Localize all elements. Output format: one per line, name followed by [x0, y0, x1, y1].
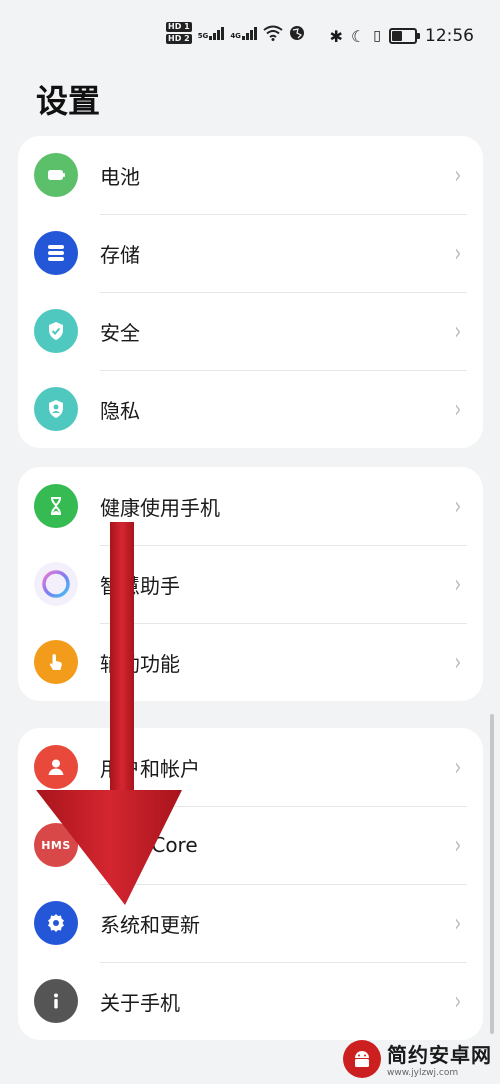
hd-indicator: HD 1 HD 2 — [166, 22, 192, 44]
settings-group-3: 用户和帐户 › HMS HMS Core › 系统和更新 › 关于手机 › — [18, 728, 483, 1040]
gear-icon — [34, 901, 78, 945]
settings-item-smart-assistant[interactable]: 智慧助手 › — [18, 545, 483, 623]
shield-icon — [34, 309, 78, 353]
settings-item-digital-balance[interactable]: 健康使用手机 › — [18, 467, 483, 545]
settings-item-battery[interactable]: 电池 › — [18, 136, 483, 214]
item-label: 安全 — [100, 320, 140, 345]
moon-icon: ☾ — [350, 26, 366, 46]
hand-icon — [34, 640, 78, 684]
watermark-url: www.jylzwj.com — [387, 1068, 459, 1078]
hms-icon-text: HMS — [41, 838, 71, 852]
hms-icon: HMS — [34, 823, 78, 867]
watermark-text: 简约安卓网 www.jylzwj.com — [387, 1039, 492, 1078]
bluetooth-icon: ✱ — [329, 26, 343, 46]
settings-group-2: 健康使用手机 › 智慧助手 › 辅助功能 › — [18, 467, 483, 701]
settings-item-accessibility[interactable]: 辅助功能 › — [18, 623, 483, 701]
vpn-globe-icon — [289, 26, 304, 40]
assistant-icon — [34, 562, 78, 606]
watermark: 简约安卓网 www.jylzwj.com — [343, 1039, 492, 1078]
item-label: 用户和帐户 — [100, 756, 200, 781]
settings-item-system-update[interactable]: 系统和更新 › — [18, 884, 483, 962]
chevron-right-icon: › — [454, 161, 462, 189]
item-label: 健康使用手机 — [100, 495, 220, 520]
item-label: 隐私 — [100, 398, 140, 423]
status-bar: HD 1 HD 2 5G 4G ✱ ☾ ▯ 12:56 — [0, 22, 500, 54]
status-right: ✱ ☾ ▯ 12:56 — [330, 26, 474, 46]
chevron-right-icon: › — [454, 570, 462, 598]
battery-icon — [34, 153, 78, 197]
settings-item-privacy[interactable]: 隐私 › — [18, 370, 483, 448]
chevron-right-icon: › — [454, 831, 462, 859]
signal-4g: 4G — [230, 26, 257, 40]
battery-status-icon — [389, 28, 420, 44]
status-left: HD 1 HD 2 5G 4G — [166, 22, 305, 44]
chevron-right-icon: › — [454, 492, 462, 520]
hd2-badge: HD 2 — [166, 34, 192, 44]
storage-icon — [34, 231, 78, 275]
item-label: 电池 — [100, 164, 140, 189]
chevron-right-icon: › — [454, 395, 462, 423]
chevron-right-icon: › — [454, 317, 462, 345]
chevron-right-icon: › — [454, 987, 462, 1015]
signal-bars-icon — [209, 26, 225, 40]
chevron-right-icon: › — [454, 753, 462, 781]
scrollbar[interactable] — [490, 714, 494, 1034]
settings-item-security[interactable]: 安全 › — [18, 292, 483, 370]
user-icon — [34, 745, 78, 789]
signal-5g: 5G — [198, 26, 225, 40]
chevron-right-icon: › — [454, 239, 462, 267]
settings-item-users-accounts[interactable]: 用户和帐户 › — [18, 728, 483, 806]
item-label: 辅助功能 — [100, 651, 180, 676]
item-label: 系统和更新 — [100, 912, 200, 937]
info-icon — [34, 979, 78, 1023]
hourglass-icon — [34, 484, 78, 528]
settings-item-about-phone[interactable]: 关于手机 › — [18, 962, 483, 1040]
android-logo-icon — [343, 1039, 381, 1078]
settings-item-storage[interactable]: 存储 › — [18, 214, 483, 292]
item-label: 存储 — [100, 242, 140, 267]
chevron-right-icon: › — [454, 909, 462, 937]
vibrate-icon: ▯ — [373, 28, 381, 44]
signal-bars-icon — [241, 26, 257, 40]
watermark-title: 简约安卓网 — [387, 1043, 492, 1067]
net1-label: 5G — [197, 32, 209, 40]
page-title: 设置 — [36, 82, 101, 120]
net2-label: 4G — [230, 32, 241, 40]
settings-group-1: 电池 › 存储 › 安全 › 隐私 › — [18, 136, 483, 448]
clock: 12:56 — [425, 26, 474, 46]
item-label: HMS Core — [100, 833, 198, 857]
wifi-icon — [263, 25, 283, 41]
chevron-right-icon: › — [454, 648, 462, 676]
privacy-icon — [34, 387, 78, 431]
item-label: 关于手机 — [100, 990, 180, 1015]
settings-item-hms-core[interactable]: HMS HMS Core › — [18, 806, 483, 884]
item-label: 智慧助手 — [100, 573, 180, 598]
hd1-badge: HD 1 — [166, 22, 192, 32]
